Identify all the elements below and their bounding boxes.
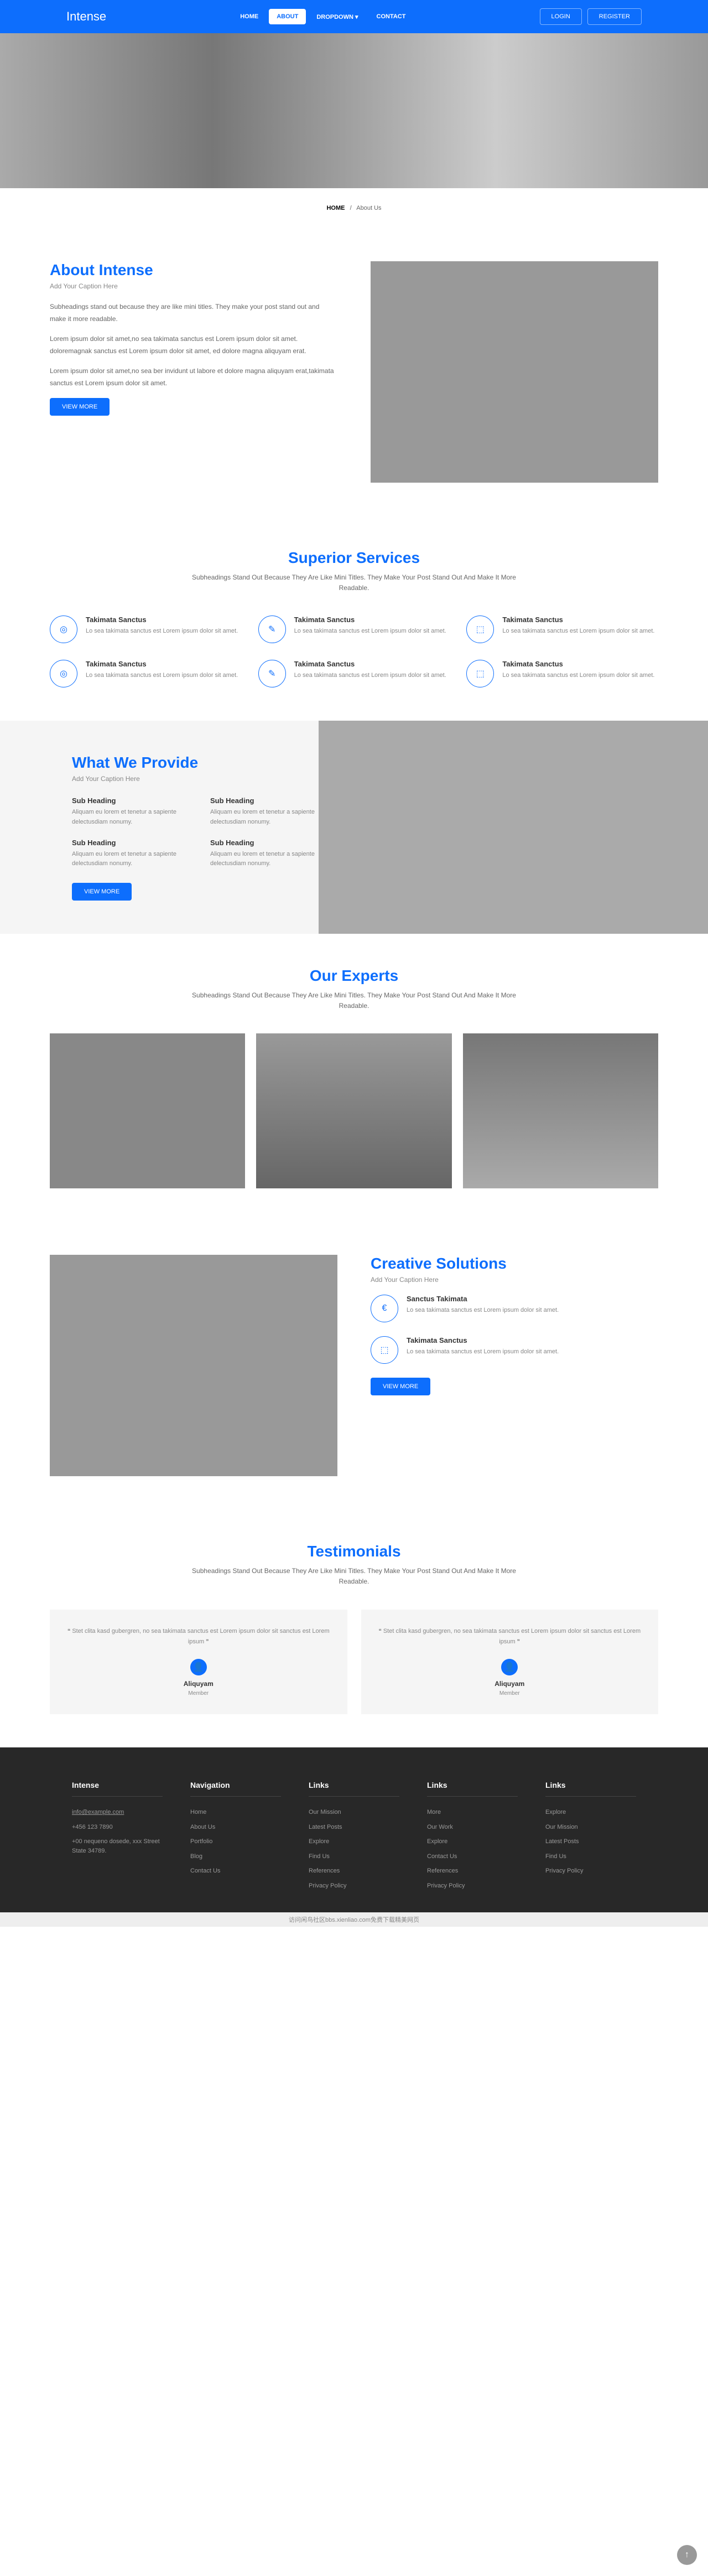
watermark: 访问闲鸟社区bbs.xienliao.com免费下载精美网页 [0,1912,708,1927]
service-item: ✎Takimata SanctusLo sea takimata sanctus… [258,660,450,687]
provide-item: Sub HeadingAliquam eu lorem et tenetur a… [72,839,199,869]
provide-item: Sub HeadingAliquam eu lorem et tenetur a… [72,796,199,827]
experts-title: Our Experts [50,967,658,985]
provide-title: What We Provide [72,754,337,772]
breadcrumb-current: About Us [356,205,381,211]
view-more-button[interactable]: View More [371,1378,430,1395]
provide-item: Sub HeadingAliquam eu lorem et tenetur a… [210,839,337,869]
provide-image [319,721,708,933]
service-item: ⬚Takimata SanctusLo sea takimata sanctus… [466,660,658,687]
provide-item: Sub HeadingAliquam eu lorem et tenetur a… [210,796,337,827]
footer-link[interactable]: Privacy Policy [545,1866,636,1876]
view-more-button[interactable]: VIEW MORE [50,398,110,416]
about-section: About Intense Add Your Caption Here Subh… [50,228,658,516]
quote-icon: ❝ [378,1628,381,1634]
creative-icon: ⬚ [371,1336,398,1364]
service-item: ⬚Takimata SanctusLo sea takimata sanctus… [466,615,658,643]
footer-link[interactable]: References [427,1866,518,1876]
service-icon: ◎ [50,660,77,687]
brand-logo[interactable]: Intense [66,9,106,24]
service-item: ◎Takimata SanctusLo sea takimata sanctus… [50,660,242,687]
about-image [371,261,658,483]
breadcrumb: HOME / About Us [0,188,708,228]
footer-link[interactable]: Contact Us [190,1866,281,1876]
footer-links-col: Links Our MissionLatest PostsExploreFind… [309,1781,399,1896]
footer-link[interactable]: Blog [190,1852,281,1861]
register-button[interactable]: REGISTER [587,8,642,25]
footer-link[interactable]: Find Us [545,1852,636,1861]
avatar-icon: 👤 [190,1659,207,1675]
about-caption: Add Your Caption Here [50,282,337,290]
service-icon: ⬚ [466,615,494,643]
header: Intense HOME ABOUT DROPDOWN ▾ CONTACT LO… [0,0,708,33]
main-nav: HOME ABOUT DROPDOWN ▾ CONTACT [232,9,413,25]
service-item: ◎Takimata SanctusLo sea takimata sanctus… [50,615,242,643]
avatar-icon: 👤 [501,1659,518,1675]
footer-link[interactable]: Find Us [309,1852,399,1861]
nav-home[interactable]: HOME [232,9,266,24]
login-button[interactable]: LOGIN [540,8,582,25]
hero-banner [0,33,708,188]
service-icon: ◎ [50,615,77,643]
auth-buttons: LOGIN REGISTER [540,8,642,25]
service-icon: ✎ [258,660,286,687]
footer-link[interactable]: Explore [427,1837,518,1846]
footer-link[interactable]: Explore [309,1837,399,1846]
scroll-top-button[interactable]: ↑ [677,2545,697,2565]
about-title: About Intense [50,261,337,279]
footer-link[interactable]: Our Mission [309,1808,399,1817]
footer-link[interactable]: Portfolio [190,1837,281,1846]
creative-icon: € [371,1295,398,1322]
provide-section: What We Provide Add Your Caption Here Su… [0,721,708,933]
footer-link[interactable]: Latest Posts [545,1837,636,1846]
footer-link[interactable]: Latest Posts [309,1823,399,1832]
quote-icon: ❝ [67,1628,70,1634]
quote-icon: ❞ [517,1639,520,1645]
footer-link[interactable]: Contact Us [427,1852,518,1861]
experts-section: Our Experts Subheadings Stand Out Becaus… [50,934,658,1222]
footer-link[interactable]: Home [190,1808,281,1817]
testimonial-card: ❝ Stet clita kasd gubergren, no sea taki… [50,1610,347,1715]
testimonials-section: Testimonials Subheadings Stand Out Becau… [50,1509,658,1747]
footer-nav-col: Navigation HomeAbout UsPortfolioBlogCont… [190,1781,281,1896]
services-section: Superior Services Subheadings Stand Out … [50,516,658,721]
services-title: Superior Services [50,549,658,567]
service-icon: ⬚ [466,660,494,687]
creative-item: €Sanctus TakimataLo sea takimata sanctus… [371,1295,658,1322]
nav-contact[interactable]: CONTACT [369,9,414,24]
expert-image [256,1033,451,1188]
footer-link[interactable]: References [309,1866,399,1876]
breadcrumb-home[interactable]: HOME [326,205,345,211]
expert-image [50,1033,245,1188]
footer-email[interactable]: info@example.com [72,1808,163,1817]
creative-item: ⬚Takimata SanctusLo sea takimata sanctus… [371,1336,658,1364]
view-more-button[interactable]: View More [72,883,132,901]
service-icon: ✎ [258,615,286,643]
footer-link[interactable]: More [427,1808,518,1817]
creative-image [50,1255,337,1476]
creative-title: Creative Solutions [371,1255,658,1273]
footer: Intense info@example.com +456 123 7890 +… [0,1747,708,1912]
footer-links-col: Links ExploreOur MissionLatest PostsFind… [545,1781,636,1896]
footer-links-col: Links MoreOur WorkExploreContact UsRefer… [427,1781,518,1896]
footer-contact: Intense info@example.com +456 123 7890 +… [72,1781,163,1896]
service-item: ✎Takimata SanctusLo sea takimata sanctus… [258,615,450,643]
nav-about[interactable]: ABOUT [269,9,306,24]
footer-link[interactable]: Our Work [427,1823,518,1832]
quote-icon: ❞ [206,1639,209,1645]
footer-link[interactable]: Privacy Policy [309,1881,399,1891]
expert-image [463,1033,658,1188]
testimonial-card: ❝ Stet clita kasd gubergren, no sea taki… [361,1610,659,1715]
nav-dropdown[interactable]: DROPDOWN ▾ [309,9,366,25]
creative-section: Creative Solutions Add Your Caption Here… [50,1222,658,1509]
footer-link[interactable]: About Us [190,1823,281,1832]
footer-link[interactable]: Privacy Policy [427,1881,518,1891]
testimonials-title: Testimonials [50,1543,658,1560]
footer-link[interactable]: Explore [545,1808,636,1817]
footer-link[interactable]: Our Mission [545,1823,636,1832]
